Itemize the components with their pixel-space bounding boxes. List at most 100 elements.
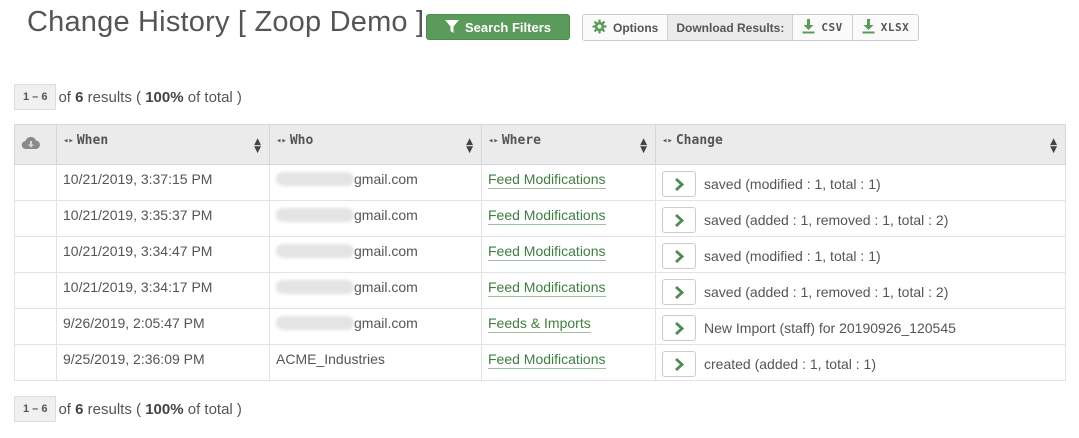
chevron-right-icon <box>675 285 684 299</box>
change-cell: saved (added : 1, removed : 1, total : 2… <box>655 200 1066 237</box>
cloud-header[interactable] <box>14 124 57 165</box>
row-select-cell[interactable] <box>14 200 57 237</box>
change-cell: created (added : 1, total : 1) <box>655 344 1066 381</box>
pager-top: 1 – 6 of 6 results ( 100% of total ) <box>14 84 242 110</box>
who-text: gmail.com <box>354 315 418 331</box>
download-csv-button[interactable]: CSV <box>793 15 853 40</box>
pager-results: results ( <box>87 400 142 418</box>
pager-range-button[interactable]: 1 – 6 <box>14 396 57 422</box>
column-header-when[interactable]: ◂▸ When ▲ ▼ <box>56 124 270 165</box>
row-select-cell[interactable] <box>14 344 57 381</box>
when-cell: 10/21/2019, 3:34:47 PM <box>56 236 270 273</box>
who-cell: gmail.com <box>269 236 482 273</box>
who-text: gmail.com <box>354 243 418 259</box>
search-filters-label: Search Filters <box>465 19 551 35</box>
where-cell: Feed Modifications <box>481 344 656 381</box>
where-cell: Feeds & Imports <box>481 308 656 345</box>
change-text: saved (modified : 1, total : 1) <box>704 176 881 192</box>
sort-icon[interactable]: ▲ ▼ <box>254 138 261 155</box>
change-cell: saved (added : 1, removed : 1, total : 2… <box>655 272 1066 309</box>
row-select-cell[interactable] <box>14 308 57 345</box>
change-history-table: ◂▸ When ▲ ▼ ◂▸ Who ▲ ▼ ◂▸ Where ▲ ▼ ◂▸ Change ▲… <box>14 124 1066 381</box>
options-label: Options <box>613 20 659 35</box>
chevron-right-icon <box>675 357 684 371</box>
table-row: 9/25/2019, 2:36:09 PM ACME_Industries Fe… <box>14 344 1066 381</box>
who-cell: ACME_Industries <box>269 344 482 381</box>
resize-icon: ◂▸ <box>488 135 499 146</box>
sort-icon[interactable]: ▲ ▼ <box>640 138 647 155</box>
row-open-button[interactable] <box>662 315 696 341</box>
change-text: saved (added : 1, removed : 1, total : 2… <box>704 284 949 300</box>
search-filters-button[interactable]: Search Filters <box>426 14 570 40</box>
column-header-who[interactable]: ◂▸ Who ▲ ▼ <box>269 124 482 165</box>
pager-results: results ( <box>87 88 142 106</box>
download-icon <box>802 18 815 37</box>
xlsx-label: XLSX <box>880 21 910 34</box>
change-text: saved (added : 1, removed : 1, total : 2… <box>704 212 949 228</box>
options-button[interactable]: Options <box>583 15 669 40</box>
column-header-change[interactable]: ◂▸ Change ▲ ▼ <box>655 124 1066 165</box>
change-text: New Import (staff) for 20190926_120545 <box>704 320 956 336</box>
pager-of-total: of total ) <box>187 88 242 106</box>
column-label-where: Where <box>501 133 541 148</box>
where-link[interactable]: Feed Modifications <box>488 351 606 369</box>
when-cell: 9/26/2019, 2:05:47 PM <box>56 308 270 345</box>
row-open-button[interactable] <box>662 351 696 377</box>
pager-of-total: of total ) <box>187 400 242 418</box>
download-xlsx-button[interactable]: XLSX <box>852 15 919 40</box>
when-cell: 9/25/2019, 2:36:09 PM <box>56 344 270 381</box>
change-text: created (added : 1, total : 1) <box>704 356 876 372</box>
column-header-where[interactable]: ◂▸ Where ▲ ▼ <box>481 124 656 165</box>
result-count: 6 <box>75 400 84 418</box>
where-link[interactable]: Feed Modifications <box>488 279 606 297</box>
results-toolbar: Options Download Results: CSV XLSX <box>582 14 920 41</box>
chevron-right-icon <box>675 213 684 227</box>
who-cell: gmail.com <box>269 164 482 201</box>
sort-icon[interactable]: ▲ ▼ <box>1050 138 1057 155</box>
who-text: gmail.com <box>354 279 418 295</box>
page-title: Change History [ Zoop Demo ] <box>27 6 425 38</box>
who-text: gmail.com <box>354 171 418 187</box>
column-label-who: Who <box>289 133 314 148</box>
sort-icon[interactable]: ▲ ▼ <box>466 138 473 155</box>
row-open-button[interactable] <box>662 171 696 197</box>
row-select-cell[interactable] <box>14 272 57 309</box>
column-label-when: When <box>76 133 109 148</box>
change-cell: saved (modified : 1, total : 1) <box>655 164 1066 201</box>
where-cell: Feed Modifications <box>481 200 656 237</box>
change-cell: New Import (staff) for 20190926_120545 <box>655 308 1066 345</box>
who-text: gmail.com <box>354 207 418 223</box>
where-link[interactable]: Feed Modifications <box>488 243 606 261</box>
download-results-label: Download Results: <box>668 15 794 40</box>
where-link[interactable]: Feeds & Imports <box>488 315 591 333</box>
change-cell: saved (modified : 1, total : 1) <box>655 236 1066 273</box>
redacted-email <box>276 316 354 330</box>
pager-range-button[interactable]: 1 – 6 <box>14 84 57 110</box>
row-select-cell[interactable] <box>14 164 57 201</box>
resize-icon: ◂▸ <box>63 135 74 146</box>
who-cell: gmail.com <box>269 308 482 345</box>
where-cell: Feed Modifications <box>481 164 656 201</box>
where-link[interactable]: Feed Modifications <box>488 171 606 189</box>
csv-label: CSV <box>821 21 843 34</box>
result-percent: 100% <box>145 400 184 418</box>
redacted-email <box>276 172 354 186</box>
resize-icon: ◂▸ <box>662 135 673 146</box>
row-open-button[interactable] <box>662 243 696 269</box>
pager-bottom: 1 – 6 of 6 results ( 100% of total ) <box>14 396 242 422</box>
chevron-right-icon <box>675 177 684 191</box>
gear-icon <box>592 18 607 37</box>
table-row: 10/21/2019, 3:34:17 PM gmail.com Feed Mo… <box>14 272 1066 309</box>
table-row: 10/21/2019, 3:35:37 PM gmail.com Feed Mo… <box>14 200 1066 237</box>
table-row: 10/21/2019, 3:37:15 PM gmail.com Feed Mo… <box>14 164 1066 201</box>
where-link[interactable]: Feed Modifications <box>488 207 606 225</box>
row-open-button[interactable] <box>662 279 696 305</box>
when-cell: 10/21/2019, 3:37:15 PM <box>56 164 270 201</box>
row-select-cell[interactable] <box>14 236 57 273</box>
download-icon <box>862 18 875 37</box>
row-open-button[interactable] <box>662 207 696 233</box>
table-row: 10/21/2019, 3:34:47 PM gmail.com Feed Mo… <box>14 236 1066 273</box>
redacted-email <box>276 280 354 294</box>
resize-icon: ◂▸ <box>276 135 287 146</box>
cloud-download-icon <box>21 136 41 154</box>
